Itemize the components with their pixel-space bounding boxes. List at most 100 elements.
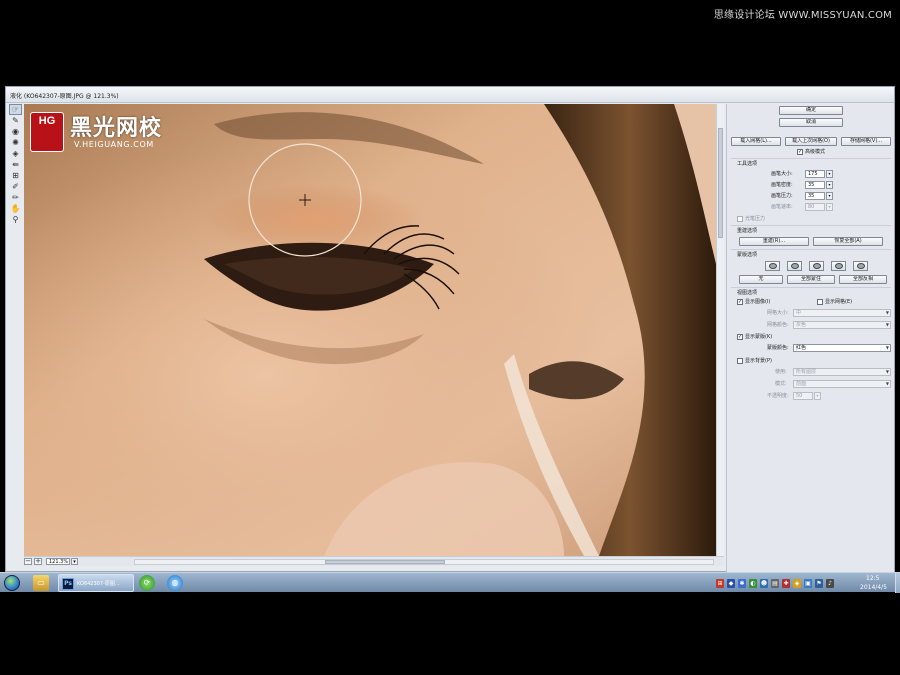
- reconstruct-options-heading: 重建选项: [737, 228, 758, 234]
- clock-time[interactable]: 12:5: [866, 575, 879, 582]
- divider: [731, 249, 891, 250]
- photo-preview: [24, 104, 716, 556]
- tray-input-icon[interactable]: ◆: [727, 578, 735, 588]
- refresh-app-icon[interactable]: ⟳: [139, 575, 155, 591]
- brush-size-label: 画笔大小:: [771, 171, 793, 177]
- taskbar: ▭ Ps KO642307-原图... ⟳ ◍ ⊞ ◆ ✱ ◐ ☻ ▤ ✚ ◈ …: [0, 572, 900, 593]
- show-desktop-button[interactable]: [895, 573, 900, 593]
- brush-rate-label: 画笔速率:: [771, 204, 793, 210]
- logo-badge: HG: [30, 112, 64, 152]
- backdrop-use-value: 所有图层: [796, 369, 817, 375]
- system-tray: ⊞ ◆ ✱ ◐ ☻ ▤ ✚ ◈ ▣ ⚑ ♪: [716, 576, 834, 590]
- horizontal-scroll-thumb[interactable]: [325, 560, 445, 564]
- backdrop-opacity-spinner[interactable]: ▾: [814, 392, 821, 400]
- load-mesh-button[interactable]: 载入网格(L)...: [731, 137, 781, 146]
- brush-density-field[interactable]: 35: [805, 181, 825, 189]
- zoom-tool[interactable]: ⚲: [9, 214, 22, 225]
- liquify-dialog: 液化 (KO642307-原图.JPG @ 121.3%) ☞ ✎ ◉ ✺ ◈ ⇚ ⊞ ✐ ✏ ✋…: [5, 86, 895, 572]
- hand-tool[interactable]: ✋: [9, 203, 22, 214]
- start-button[interactable]: [4, 575, 20, 591]
- browser-icon[interactable]: ◍: [167, 575, 183, 591]
- mesh-size-label: 网格大小:: [767, 310, 789, 316]
- backdrop-mode-select[interactable]: 前面 ▼: [793, 380, 891, 388]
- tray-flag-icon[interactable]: ⚑: [815, 578, 823, 588]
- tray-security-icon[interactable]: ◐: [749, 578, 757, 588]
- tray-shield-icon[interactable]: ◈: [793, 578, 801, 588]
- load-last-mesh-button[interactable]: 载入上次网格(O): [785, 137, 837, 146]
- tray-volume-icon[interactable]: ♪: [826, 578, 834, 588]
- invert-selection-mask-button[interactable]: [853, 261, 868, 271]
- show-image-checkbox[interactable]: ✓: [737, 299, 743, 305]
- reconstruct-tool[interactable]: ✎: [9, 115, 22, 126]
- tray-network-icon[interactable]: ▤: [771, 578, 779, 588]
- freeze-mask-tool[interactable]: ✐: [9, 181, 22, 192]
- stylus-pressure-checkbox[interactable]: [737, 216, 743, 222]
- brush-size-spinner[interactable]: ▾: [826, 170, 833, 178]
- brush-pressure-label: 画笔压力:: [771, 193, 793, 199]
- ok-button[interactable]: 确定: [779, 106, 843, 115]
- horizontal-scrollbar[interactable]: [134, 559, 714, 565]
- backdrop-opacity-field[interactable]: 50: [793, 392, 813, 400]
- restore-all-button[interactable]: 恢复全部(A): [813, 237, 883, 246]
- save-mesh-button[interactable]: 存储网格(V)...: [841, 137, 891, 146]
- chevron-down-icon: ▼: [885, 322, 889, 327]
- chevron-down-icon: ▼: [885, 310, 889, 315]
- status-bar: − + 121.3% ▾: [24, 556, 724, 566]
- title-bar[interactable]: 液化 (KO642307-原图.JPG @ 121.3%): [6, 87, 894, 103]
- tray-antivirus-icon[interactable]: ✚: [782, 578, 790, 588]
- file-explorer-icon[interactable]: ▭: [33, 575, 49, 591]
- brush-pressure-spinner[interactable]: ▾: [826, 192, 833, 200]
- zoom-dropdown-button[interactable]: ▾: [71, 558, 78, 565]
- twirl-clockwise-tool[interactable]: ◉: [9, 126, 22, 137]
- advanced-mode-label: 高级模式: [805, 149, 826, 155]
- intersect-selection-mask-button[interactable]: [831, 261, 846, 271]
- thaw-mask-tool[interactable]: ✏: [9, 192, 22, 203]
- site-watermark: 思缘设计论坛 WWW.MISSYUAN.COM: [713, 10, 892, 21]
- image-canvas[interactable]: HG 黑光网校 V.HEIGUANG.COM: [24, 104, 716, 556]
- tray-qq-icon[interactable]: ☻: [760, 578, 768, 588]
- mesh-color-value: 灰色: [796, 322, 807, 328]
- view-options-heading: 视图选项: [737, 290, 758, 296]
- tray-monitor-icon[interactable]: ▣: [804, 578, 812, 588]
- mesh-color-label: 网格颜色:: [767, 322, 789, 328]
- mask-none-button[interactable]: 无: [739, 275, 783, 284]
- tray-bluetooth-icon[interactable]: ✱: [738, 578, 746, 588]
- brush-density-spinner[interactable]: ▾: [826, 181, 833, 189]
- mesh-color-select[interactable]: 灰色 ▼: [793, 321, 891, 329]
- add-to-selection-mask-button[interactable]: [787, 261, 802, 271]
- brush-pressure-field[interactable]: 35: [805, 192, 825, 200]
- pucker-tool[interactable]: ✺: [9, 137, 22, 148]
- invert-all-button[interactable]: 全部反相: [839, 275, 887, 284]
- cancel-button[interactable]: 取消: [779, 118, 843, 127]
- push-left-tool[interactable]: ⇚: [9, 159, 22, 170]
- mask-all-button[interactable]: 全部蒙住: [787, 275, 835, 284]
- show-mesh-label: 显示网格(E): [825, 299, 853, 305]
- reconstruct-button[interactable]: 重建(R)...: [739, 237, 809, 246]
- backdrop-use-select[interactable]: 所有图层 ▼: [793, 368, 891, 376]
- mesh-size-select[interactable]: 中 ▼: [793, 309, 891, 317]
- vertical-scroll-thumb[interactable]: [718, 128, 723, 238]
- zoom-out-button[interactable]: −: [24, 558, 32, 565]
- zoom-in-button[interactable]: +: [34, 558, 42, 565]
- chevron-down-icon: ▼: [885, 369, 889, 374]
- tray-app-icon[interactable]: ⊞: [716, 578, 724, 588]
- replace-selection-mask-button[interactable]: [765, 261, 780, 271]
- mask-color-select[interactable]: 红色 ▼: [793, 344, 891, 352]
- brush-rate-spinner[interactable]: ▾: [826, 203, 833, 211]
- clock-date[interactable]: 2014/4/5: [860, 584, 887, 591]
- subtract-from-selection-mask-button[interactable]: [809, 261, 824, 271]
- mask-options-heading: 蒙版选项: [737, 252, 758, 258]
- tool-strip: ☞ ✎ ◉ ✺ ◈ ⇚ ⊞ ✐ ✏ ✋ ⚲: [8, 104, 24, 274]
- forward-warp-tool[interactable]: ☞: [9, 104, 22, 115]
- show-mask-checkbox[interactable]: ✓: [737, 334, 743, 340]
- show-mesh-checkbox[interactable]: [817, 299, 823, 305]
- zoom-level-field[interactable]: 121.3%: [46, 558, 70, 565]
- show-backdrop-checkbox[interactable]: [737, 358, 743, 364]
- taskbar-task-photoshop[interactable]: Ps KO642307-原图...: [58, 574, 134, 592]
- mirror-tool[interactable]: ⊞: [9, 170, 22, 181]
- brush-rate-field[interactable]: 80: [805, 203, 825, 211]
- vertical-scrollbar[interactable]: [716, 104, 724, 556]
- advanced-mode-checkbox[interactable]: ✓: [797, 149, 803, 155]
- bloat-tool[interactable]: ◈: [9, 148, 22, 159]
- brush-size-field[interactable]: 175: [805, 170, 825, 178]
